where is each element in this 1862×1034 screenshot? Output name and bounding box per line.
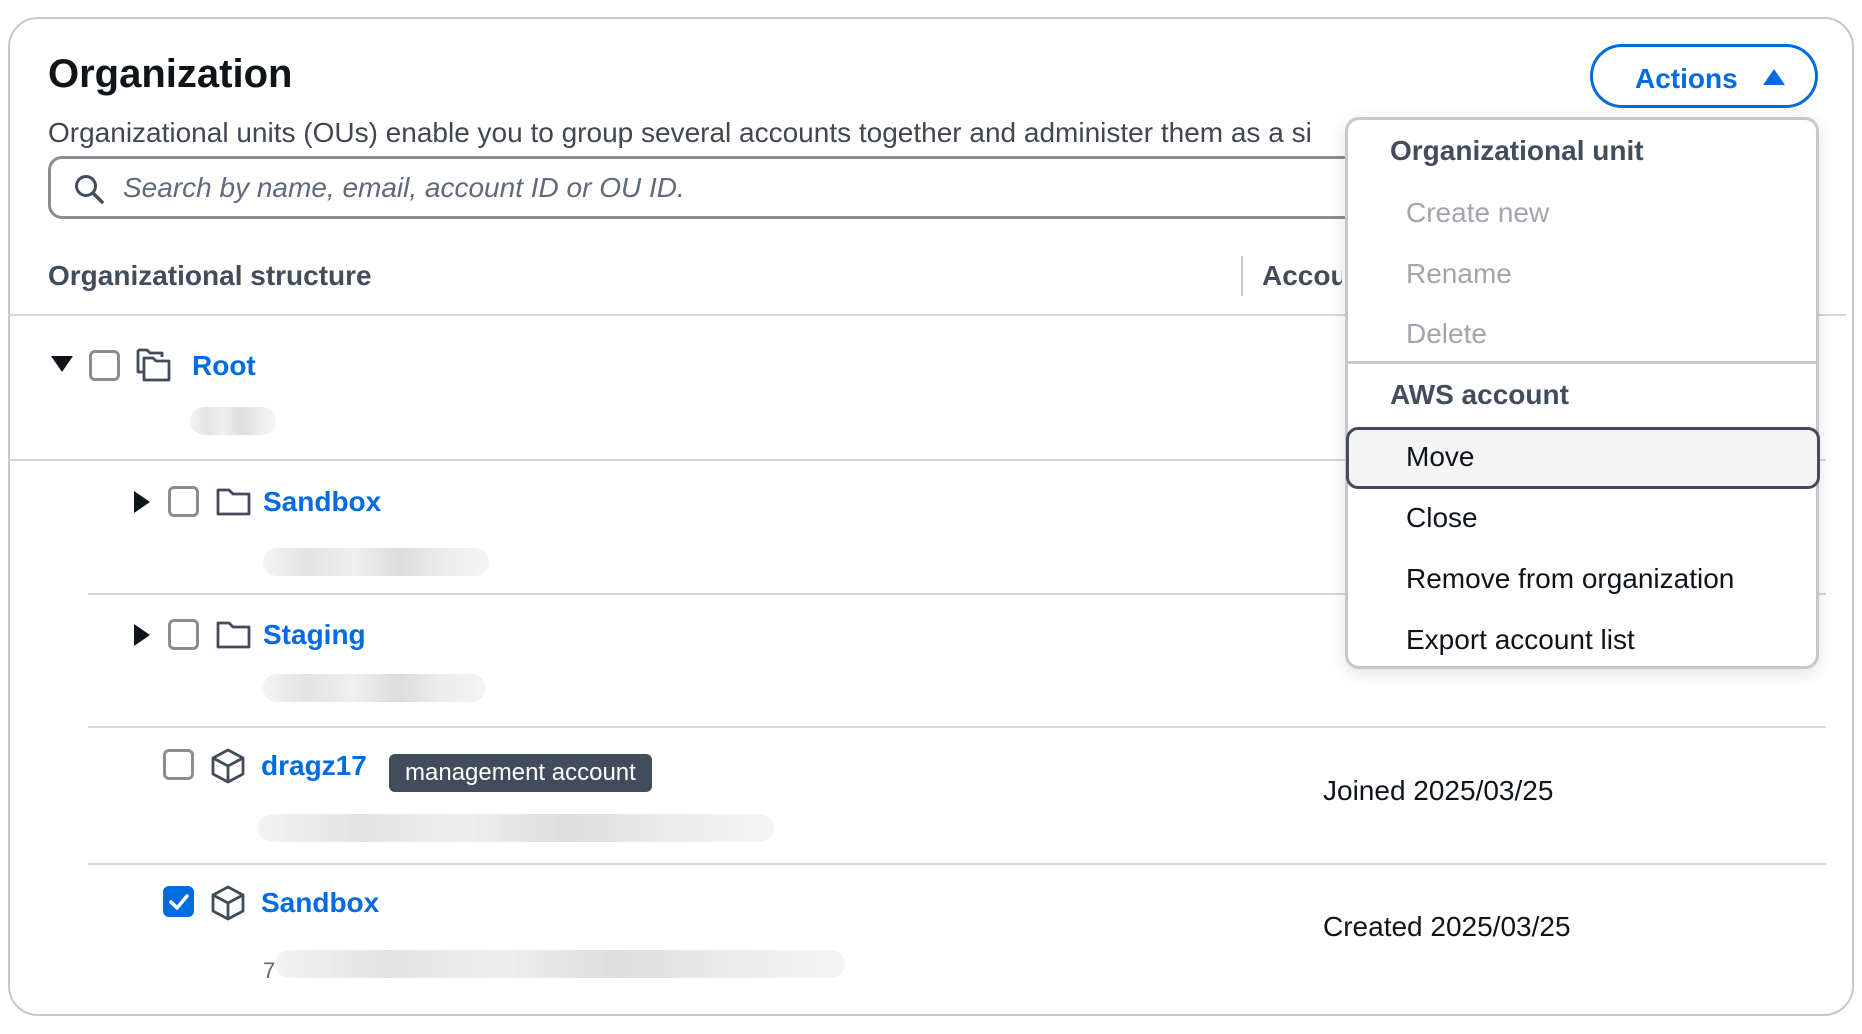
folder-icon <box>216 621 251 649</box>
ou-sandbox-checkbox[interactable] <box>168 486 199 517</box>
account-sandbox-link[interactable]: Sandbox <box>261 887 379 919</box>
redacted-id <box>263 548 489 576</box>
ou-staging-checkbox[interactable] <box>168 619 199 650</box>
menu-item-close[interactable]: Close <box>1406 502 1478 534</box>
caret-right-icon[interactable] <box>134 624 150 646</box>
redacted-id <box>275 950 845 978</box>
redacted-id <box>258 814 774 842</box>
menu-separator <box>1348 361 1816 364</box>
menu-item-create-new: Create new <box>1406 197 1550 228</box>
search-icon <box>75 175 104 204</box>
menu-item-rename: Rename <box>1406 258 1512 289</box>
search-input[interactable] <box>123 167 1323 209</box>
redacted-id <box>190 407 276 435</box>
checkmark-icon <box>169 894 189 910</box>
account-status: Joined 2025/03/25 <box>1323 775 1554 806</box>
row-divider <box>88 726 1826 728</box>
account-id-prefix: 7 <box>263 958 276 983</box>
caret-right-icon[interactable] <box>134 491 150 513</box>
account-sandbox-checkbox[interactable] <box>163 886 194 917</box>
caret-down-icon[interactable] <box>51 356 73 372</box>
column-divider[interactable] <box>1241 256 1243 296</box>
folder-icon <box>216 488 251 516</box>
actions-dropdown-menu: Organizational unit Create new Rename De… <box>1345 117 1820 669</box>
column-header-account[interactable]: Accou <box>1262 260 1342 292</box>
account-dragz17-checkbox[interactable] <box>163 749 194 780</box>
root-checkbox[interactable] <box>89 350 120 381</box>
menu-item-remove-from-organization[interactable]: Remove from organization <box>1406 563 1734 595</box>
redacted-id <box>263 674 486 702</box>
caret-up-icon <box>1763 69 1785 85</box>
search-box[interactable] <box>48 156 1448 219</box>
actions-button-label: Actions <box>1635 63 1738 94</box>
actions-button[interactable]: Actions <box>1590 44 1818 108</box>
page-title: Organization <box>48 52 293 96</box>
row-divider <box>88 863 1826 865</box>
menu-item-delete: Delete <box>1406 318 1487 349</box>
account-status: Created 2025/03/25 <box>1323 911 1571 942</box>
menu-item-export-account-list[interactable]: Export account list <box>1406 624 1635 656</box>
menu-group-heading: AWS account <box>1390 379 1569 410</box>
page-description: Organizational units (OUs) enable you to… <box>48 117 1312 148</box>
root-link[interactable]: Root <box>192 350 256 382</box>
management-account-badge: management account <box>389 754 652 792</box>
account-dragz17-link[interactable]: dragz17 <box>261 750 367 782</box>
ou-staging-link[interactable]: Staging <box>263 619 366 651</box>
cube-icon <box>211 885 245 921</box>
cube-icon <box>211 748 245 784</box>
menu-item-move[interactable]: Move <box>1406 441 1474 473</box>
folders-icon <box>136 348 171 382</box>
column-header-structure[interactable]: Organizational structure <box>48 260 372 292</box>
ou-sandbox-link[interactable]: Sandbox <box>263 486 381 518</box>
menu-group-heading: Organizational unit <box>1390 135 1644 166</box>
